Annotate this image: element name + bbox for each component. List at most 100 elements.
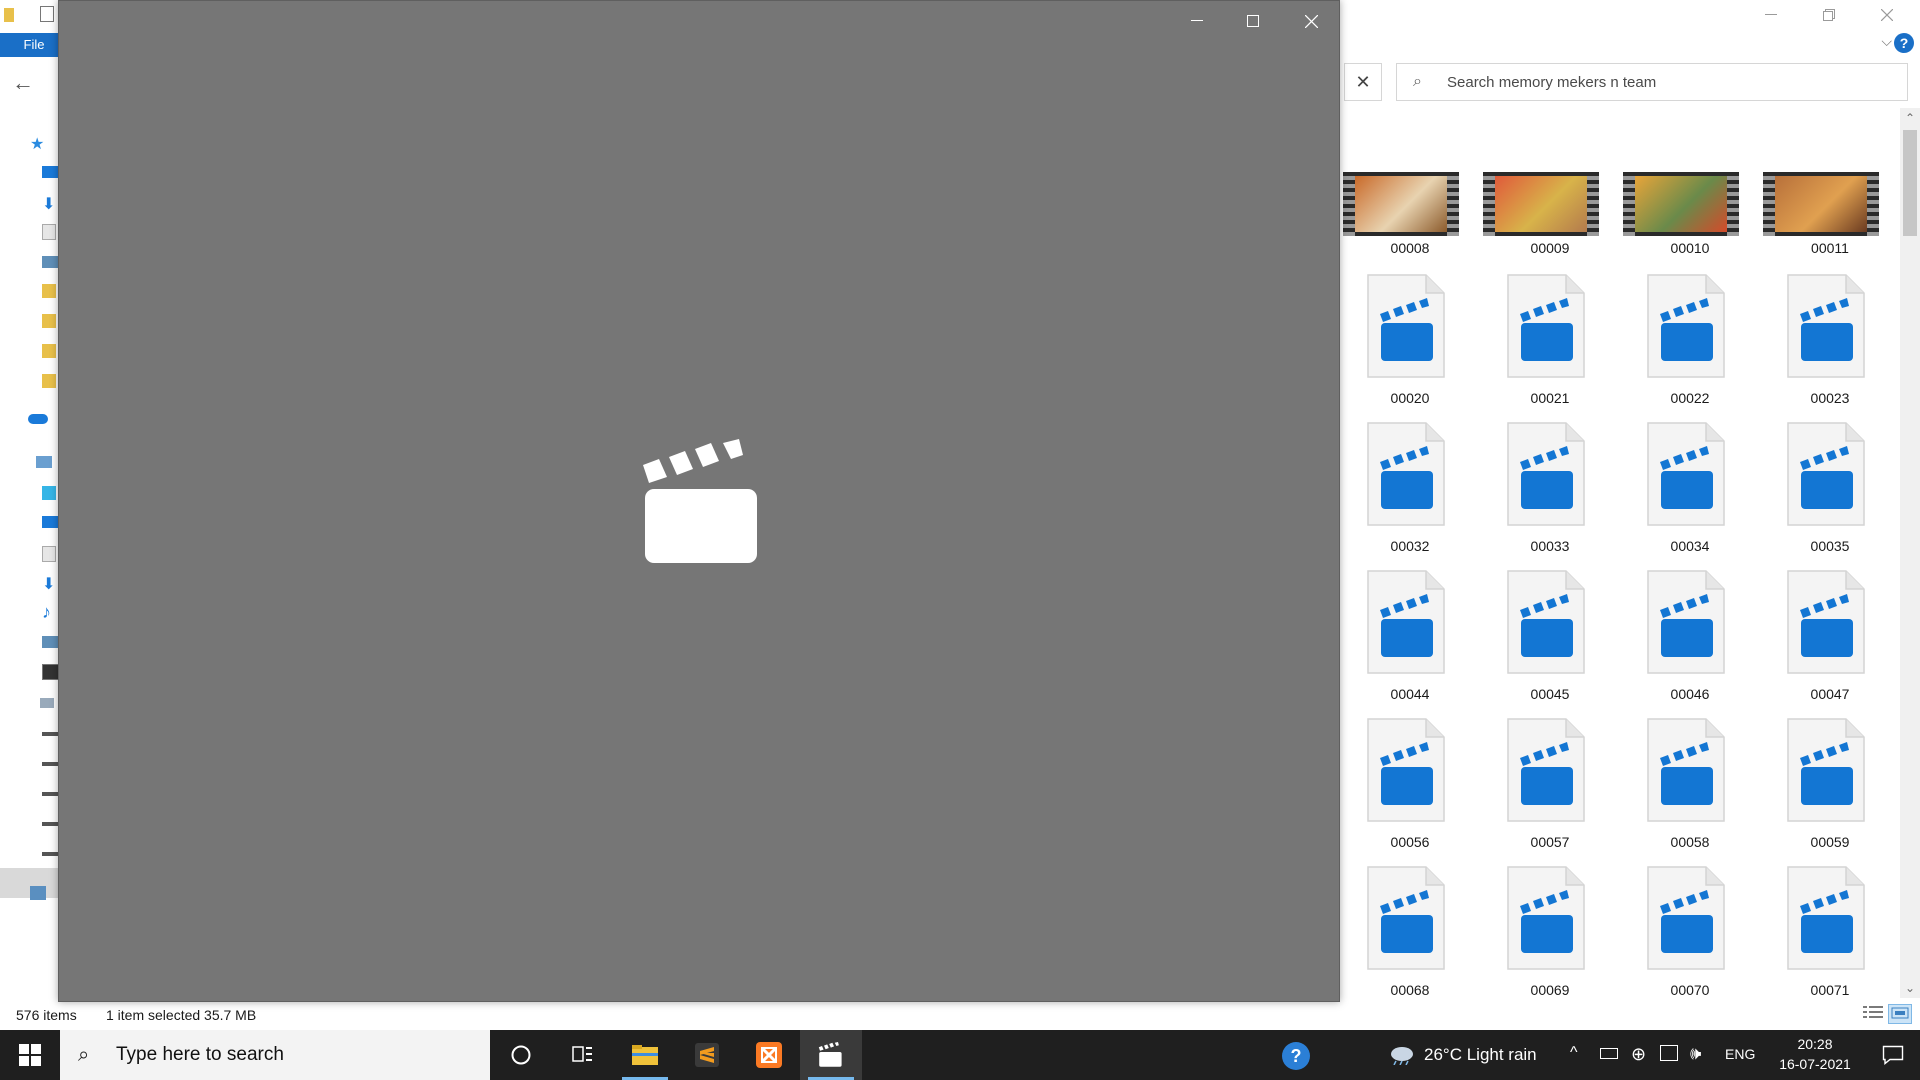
video-file-item[interactable]: 00057 xyxy=(1480,718,1620,864)
drive-icon[interactable] xyxy=(42,762,58,766)
cloud-rain-icon xyxy=(1391,1047,1413,1065)
documents-icon[interactable] xyxy=(42,546,56,562)
player-minimize-button[interactable] xyxy=(1169,1,1225,41)
meet-now-icon[interactable] xyxy=(1660,1045,1678,1061)
volume-icon[interactable]: 🕪 xyxy=(1690,1043,1701,1064)
weather-text[interactable]: 26°C Light rain xyxy=(1424,1045,1537,1065)
player-maximize-button[interactable] xyxy=(1225,1,1281,41)
taskbar-movies-and-tv[interactable] xyxy=(800,1030,862,1080)
video-file-icon xyxy=(1507,718,1585,822)
scroll-down-arrow-icon[interactable]: ⌄ xyxy=(1902,980,1918,996)
pictures-icon[interactable] xyxy=(42,636,58,648)
properties-icon[interactable] xyxy=(40,6,54,22)
video-file-item[interactable]: 00056 xyxy=(1340,718,1480,864)
help-tips-icon[interactable]: ? xyxy=(1282,1042,1310,1070)
folder-icon[interactable] xyxy=(42,374,56,388)
video-file-icon xyxy=(1647,866,1725,970)
video-file-item[interactable]: 00022 xyxy=(1620,274,1760,420)
search-box[interactable]: ⌕ xyxy=(1396,63,1908,101)
video-file-icon xyxy=(1647,570,1725,674)
search-clear-button[interactable]: ✕ xyxy=(1344,63,1382,101)
folder-icon[interactable] xyxy=(42,314,56,328)
taskbar-file-explorer[interactable] xyxy=(614,1030,676,1080)
video-file-item[interactable]: 00047 xyxy=(1760,570,1900,716)
network-icon[interactable] xyxy=(30,886,46,900)
search-icon: ⌕ xyxy=(1413,73,1422,90)
video-file-item[interactable]: 00069 xyxy=(1480,866,1620,1008)
downloads-icon[interactable]: ⬇ xyxy=(42,574,58,593)
video-file-icon xyxy=(1787,422,1865,526)
large-icons-view-icon[interactable] xyxy=(1888,1004,1912,1024)
video-file-icon xyxy=(1367,422,1445,526)
scrollbar-thumb[interactable] xyxy=(1903,130,1917,236)
this-pc-icon[interactable] xyxy=(36,456,52,468)
drive-icon[interactable] xyxy=(42,732,58,736)
taskbar-search-box[interactable]: ⌕ Type here to search xyxy=(60,1030,490,1080)
desktop-icon[interactable] xyxy=(42,166,58,178)
explorer-minimize-button[interactable] xyxy=(1748,0,1794,30)
explorer-restore-button[interactable] xyxy=(1806,0,1852,30)
clapperboard-icon xyxy=(818,1042,842,1067)
video-file-item[interactable]: 00023 xyxy=(1760,274,1900,420)
minimize-icon xyxy=(1765,14,1777,15)
video-file-item[interactable]: 00044 xyxy=(1340,570,1480,716)
video-thumbnail xyxy=(1483,172,1599,236)
scroll-up-arrow-icon[interactable]: ⌃ xyxy=(1902,110,1918,126)
date: 16-07-2021 xyxy=(1779,1056,1851,1072)
language-indicator[interactable]: ENG xyxy=(1725,1046,1755,1062)
drive-icon[interactable] xyxy=(42,822,58,826)
video-file-item[interactable]: 00033 xyxy=(1480,422,1620,568)
3d-objects-icon[interactable] xyxy=(42,486,56,500)
back-arrow-icon[interactable]: ← xyxy=(12,70,34,96)
action-center-button[interactable] xyxy=(1866,1030,1920,1080)
video-file-item[interactable]: 00035 xyxy=(1760,422,1900,568)
show-hidden-icons-chevron-icon[interactable]: ^ xyxy=(1570,1044,1578,1062)
video-file-item[interactable]: 00020 xyxy=(1340,274,1480,420)
video-file-icon xyxy=(1787,570,1865,674)
details-view-icon[interactable] xyxy=(1862,1004,1886,1024)
explorer-close-button[interactable] xyxy=(1864,0,1910,30)
help-icon[interactable]: ? xyxy=(1894,33,1914,53)
clock[interactable]: 20:28 16-07-2021 xyxy=(1778,1034,1852,1074)
player-close-button[interactable] xyxy=(1283,1,1339,41)
network-globe-icon[interactable]: ⊕ xyxy=(1631,1044,1646,1065)
video-file-item[interactable]: 00034 xyxy=(1620,422,1760,568)
video-file-item[interactable]: 00058 xyxy=(1620,718,1760,864)
folder-icon[interactable] xyxy=(42,284,56,298)
quick-access-star-icon[interactable]: ★ xyxy=(30,134,46,153)
start-button[interactable] xyxy=(0,1030,60,1080)
cortana-button[interactable] xyxy=(490,1030,552,1080)
video-file-item[interactable]: 00070 xyxy=(1620,866,1760,1008)
windows-drive-icon[interactable] xyxy=(40,698,54,708)
video-file-item[interactable]: 00032 xyxy=(1340,422,1480,568)
chevron-down-icon[interactable]: ⌵ xyxy=(1881,33,1892,50)
video-file-item[interactable]: 00059 xyxy=(1760,718,1900,864)
taskbar-xampp[interactable] xyxy=(738,1030,800,1080)
taskbar-sublime-text[interactable] xyxy=(676,1030,738,1080)
downloads-icon[interactable]: ⬇ xyxy=(42,194,58,213)
onedrive-cloud-icon[interactable] xyxy=(28,414,48,424)
vertical-scrollbar[interactable] xyxy=(1900,108,1920,998)
folder-icon[interactable] xyxy=(42,344,56,358)
documents-icon[interactable] xyxy=(42,224,56,240)
file-name: 00047 xyxy=(1810,686,1850,702)
file-name: 00032 xyxy=(1390,538,1430,554)
video-file-item[interactable]: 00046 xyxy=(1620,570,1760,716)
nav-selected-item[interactable] xyxy=(0,868,58,898)
movies-and-tv-player-window[interactable] xyxy=(58,0,1340,1002)
search-input[interactable] xyxy=(1445,72,1889,92)
video-file-item[interactable]: 00071 xyxy=(1760,866,1900,1008)
task-view-button[interactable] xyxy=(552,1030,614,1080)
close-icon xyxy=(1881,9,1893,21)
music-icon[interactable]: ♪ xyxy=(42,602,58,622)
pictures-icon[interactable] xyxy=(42,256,58,268)
video-file-icon xyxy=(1367,570,1445,674)
video-file-item[interactable]: 00068 xyxy=(1340,866,1480,1008)
desktop-icon[interactable] xyxy=(42,516,58,528)
drive-icon[interactable] xyxy=(42,792,58,796)
drive-icon[interactable] xyxy=(42,852,58,856)
battery-icon[interactable] xyxy=(1600,1048,1618,1059)
film-strip-edge xyxy=(1343,172,1355,236)
video-file-item[interactable]: 00021 xyxy=(1480,274,1620,420)
video-file-item[interactable]: 00045 xyxy=(1480,570,1620,716)
